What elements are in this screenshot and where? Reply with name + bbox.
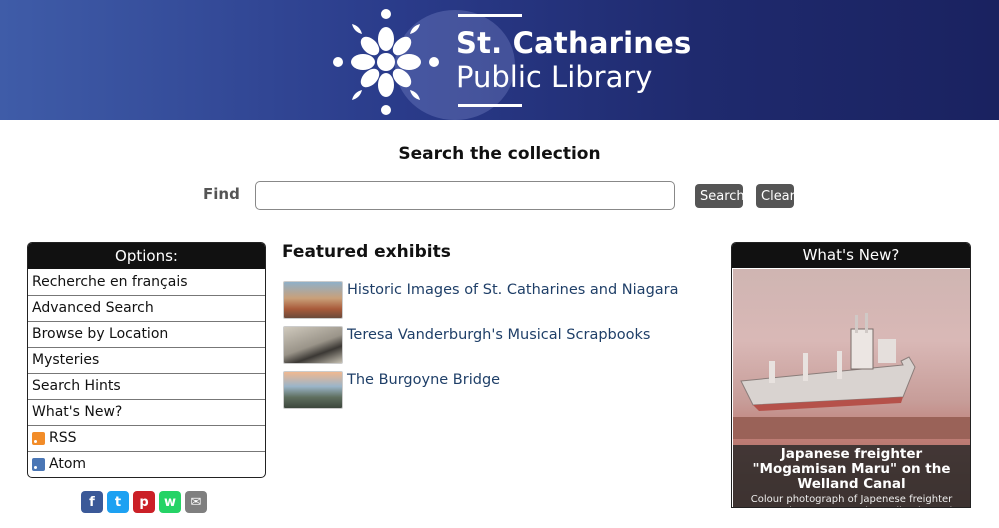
twitter-icon[interactable]: t bbox=[107, 491, 129, 513]
exhibit-thumbnail[interactable] bbox=[283, 281, 343, 319]
clear-button[interactable]: Clear bbox=[756, 184, 795, 208]
freighter-image bbox=[733, 313, 970, 439]
rss-icon bbox=[32, 432, 45, 445]
option-recherche-francais[interactable]: Recherche en français bbox=[28, 269, 265, 295]
exhibit-link[interactable]: Teresa Vanderburgh's Musical Scrapbooks bbox=[347, 327, 650, 343]
option-label: RSS bbox=[49, 430, 77, 446]
option-advanced-search[interactable]: Advanced Search bbox=[28, 295, 265, 321]
whatsapp-icon[interactable]: w bbox=[159, 491, 181, 513]
option-label: Browse by Location bbox=[32, 326, 169, 342]
option-whats-new[interactable]: What's New? bbox=[28, 399, 265, 425]
search-input[interactable] bbox=[255, 181, 675, 210]
logo-rule-bottom bbox=[458, 104, 522, 107]
option-atom[interactable]: Atom bbox=[28, 451, 265, 477]
option-label: What's New? bbox=[32, 404, 123, 420]
options-list: Recherche en français Advanced Search Br… bbox=[28, 269, 265, 477]
option-label: Recherche en français bbox=[32, 273, 188, 290]
option-browse-by-location[interactable]: Browse by Location bbox=[28, 321, 265, 347]
exhibit-burgoyne-bridge[interactable]: The Burgoyne Bridge bbox=[283, 371, 500, 409]
email-icon[interactable]: ✉ bbox=[185, 491, 207, 513]
option-mysteries[interactable]: Mysteries bbox=[28, 347, 265, 373]
search-heading: Search the collection bbox=[398, 144, 601, 164]
find-label: Find bbox=[203, 185, 240, 203]
whats-new-caption[interactable]: Japanese freighter "Mogamisan Maru" on t… bbox=[733, 445, 970, 507]
option-label: Search Hints bbox=[32, 378, 121, 394]
exhibit-musical-scrapbooks[interactable]: Teresa Vanderburgh's Musical Scrapbooks bbox=[283, 326, 650, 364]
exhibit-thumbnail[interactable] bbox=[283, 326, 343, 364]
whats-new-panel: What's New? Japanese freighter "Mogamisa… bbox=[731, 242, 971, 508]
option-label: Atom bbox=[49, 456, 87, 472]
option-label: Advanced Search bbox=[32, 300, 154, 316]
exhibit-link[interactable]: Historic Images of St. Catharines and Ni… bbox=[347, 282, 679, 298]
options-panel: Options: Recherche en français Advanced … bbox=[27, 242, 266, 478]
header-banner: St. Catharines Public Library bbox=[0, 0, 999, 120]
logo-title-line2[interactable]: Public Library bbox=[456, 60, 652, 94]
options-title: Options: bbox=[28, 243, 265, 269]
option-rss[interactable]: RSS bbox=[28, 425, 265, 451]
pinterest-icon[interactable]: p bbox=[133, 491, 155, 513]
exhibit-thumbnail[interactable] bbox=[283, 371, 343, 409]
facebook-icon[interactable]: f bbox=[81, 491, 103, 513]
featured-heading: Featured exhibits bbox=[282, 242, 451, 262]
caption-title[interactable]: Japanese freighter "Mogamisan Maru" on t… bbox=[739, 447, 964, 492]
logo-title-line1[interactable]: St. Catharines bbox=[456, 26, 691, 60]
option-label: Mysteries bbox=[32, 352, 100, 368]
social-share-bar: f t p w ✉ bbox=[81, 491, 207, 513]
atom-icon bbox=[32, 458, 45, 471]
search-button[interactable]: Search bbox=[695, 184, 745, 208]
option-search-hints[interactable]: Search Hints bbox=[28, 373, 265, 399]
caption-body: Colour photograph of Japenese freighter … bbox=[748, 494, 956, 507]
logo-rule-top bbox=[458, 14, 522, 17]
exhibit-link[interactable]: The Burgoyne Bridge bbox=[347, 372, 500, 388]
whats-new-title: What's New? bbox=[732, 243, 970, 268]
library-logo-icon[interactable] bbox=[330, 6, 442, 118]
exhibit-historic-images[interactable]: Historic Images of St. Catharines and Ni… bbox=[283, 281, 679, 319]
